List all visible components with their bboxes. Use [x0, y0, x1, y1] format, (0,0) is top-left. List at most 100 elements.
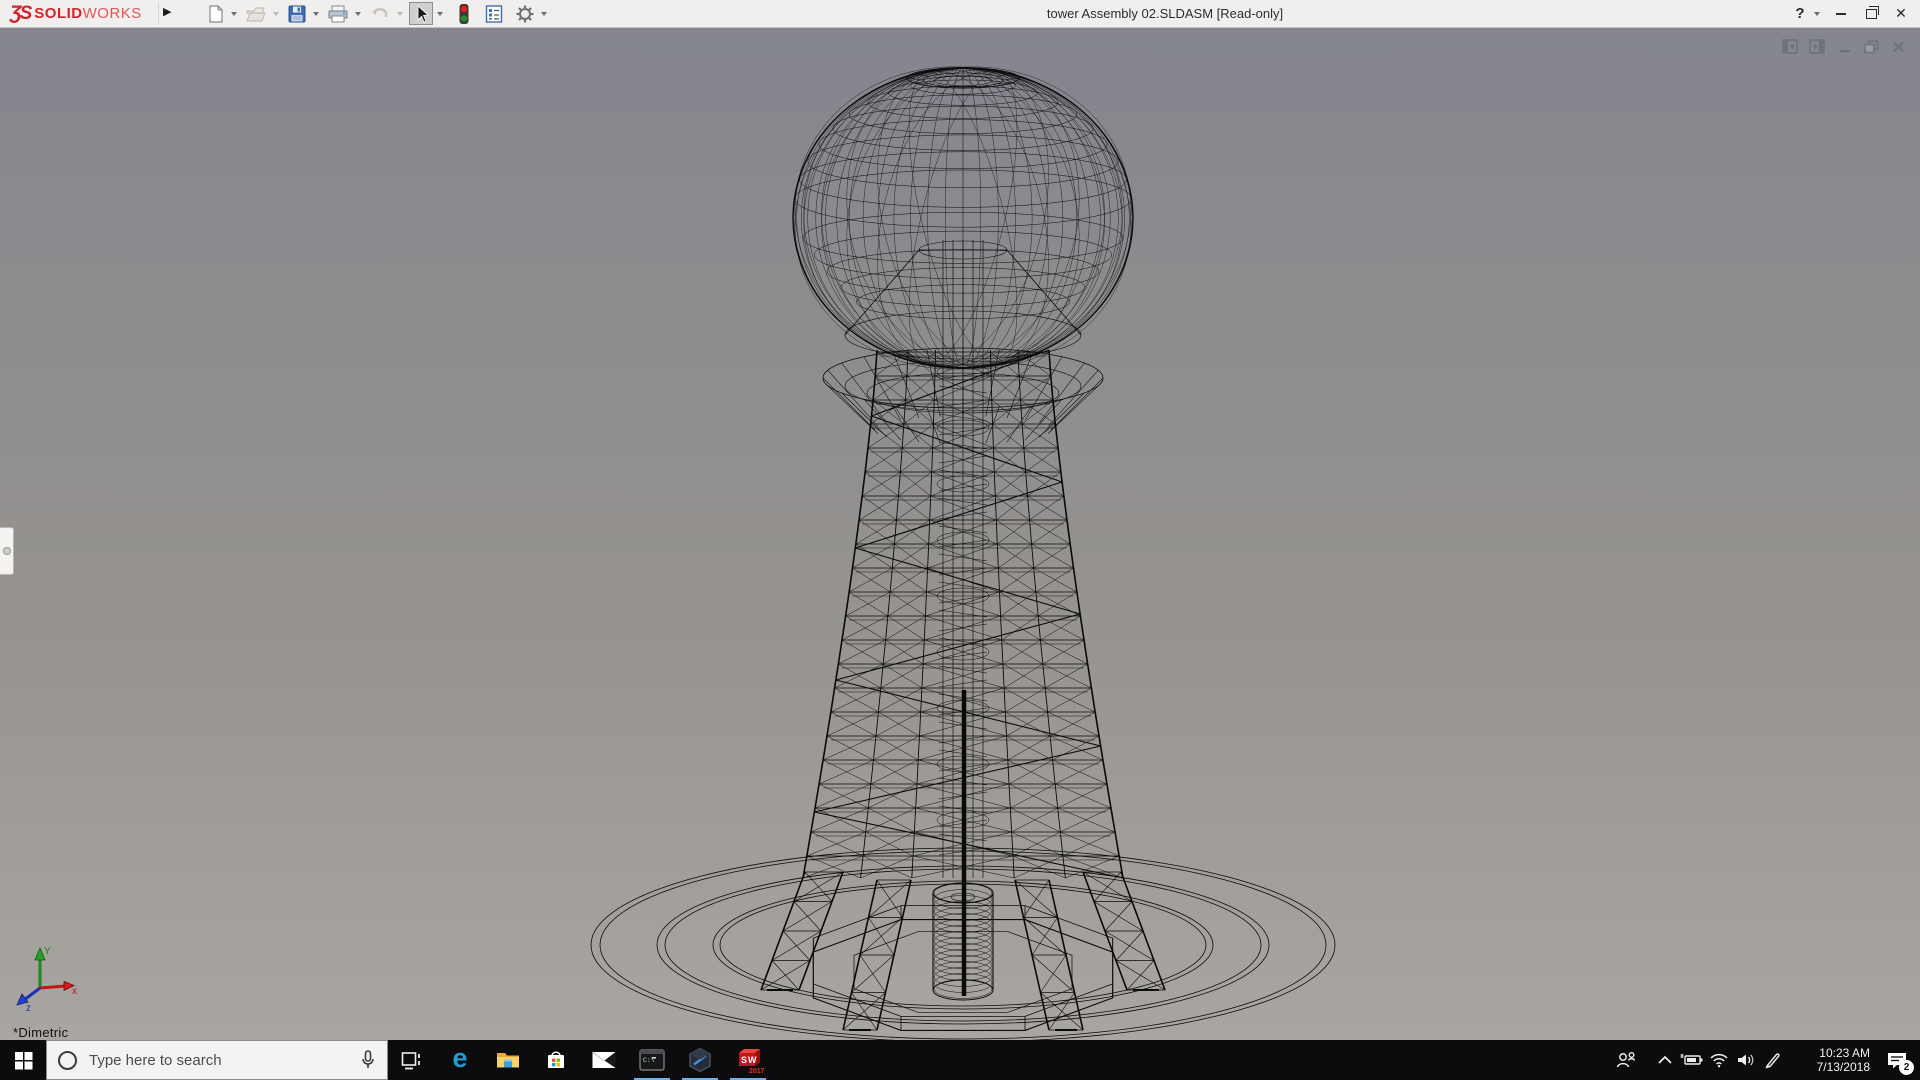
doc-close-icon — [1891, 39, 1906, 55]
select-tool-button[interactable] — [409, 2, 433, 25]
save-floppy-icon — [287, 4, 307, 24]
feature-pane-tab-dot — [3, 547, 11, 555]
tray-overflow-button[interactable] — [1651, 1040, 1678, 1080]
minimize-icon — [1836, 13, 1846, 15]
triad-z-label: z — [26, 1003, 31, 1012]
pen-icon — [1763, 1051, 1783, 1069]
restore-button[interactable] — [1856, 0, 1886, 27]
tower-assembly-wireframe[interactable] — [0, 28, 1920, 1040]
taskbar-app-hexagon[interactable] — [676, 1040, 724, 1080]
taskbar-app-solidworks[interactable]: S W 2017 — [724, 1040, 772, 1080]
menu-flyout-arrow[interactable]: ▶ — [163, 5, 171, 18]
taskbar-app-store[interactable] — [532, 1040, 580, 1080]
windows-ink-button[interactable] — [1759, 1040, 1786, 1080]
close-button[interactable]: ✕ — [1886, 0, 1916, 27]
collapse-pane-button[interactable] — [1777, 36, 1804, 58]
options-button[interactable] — [513, 2, 537, 26]
new-document-button[interactable] — [205, 2, 227, 26]
open-dropdown-caret[interactable] — [273, 12, 279, 16]
rebuild-traffic-light-icon — [457, 3, 471, 25]
window-title: tower Assembly 02.SLDASM [Read-only] — [1047, 6, 1283, 21]
print-icon — [327, 4, 349, 24]
wifi-icon — [1709, 1052, 1729, 1068]
doc-restore-button[interactable] — [1858, 36, 1885, 58]
print-dropdown-caret[interactable] — [355, 12, 361, 16]
help-dropdown-caret[interactable] — [1814, 12, 1820, 16]
chevron-up-icon — [1657, 1054, 1673, 1066]
undo-dropdown-caret[interactable] — [397, 12, 403, 16]
undo-button[interactable] — [367, 2, 393, 26]
volume-icon — [1736, 1052, 1756, 1068]
store-icon — [544, 1048, 568, 1072]
feature-pane-tab[interactable] — [0, 527, 14, 575]
doc-minimize-button[interactable] — [1831, 36, 1858, 58]
graphics-viewport: Y x z *Dimetric — [0, 28, 1920, 1040]
new-dropdown-caret[interactable] — [231, 12, 237, 16]
taskbar-app-file-explorer[interactable] — [484, 1040, 532, 1080]
taskbar-app-edge[interactable]: e — [436, 1040, 484, 1080]
open-document-button[interactable] — [243, 2, 269, 26]
windows-logo-icon — [14, 1051, 33, 1070]
expand-pane-icon — [1809, 39, 1826, 55]
taskbar-clock[interactable]: 10:23 AM 7/13/2018 — [1786, 1046, 1874, 1074]
start-button[interactable] — [0, 1040, 46, 1080]
select-dropdown-caret[interactable] — [437, 12, 443, 16]
doc-minimize-icon — [1838, 39, 1852, 55]
doc-close-button[interactable] — [1885, 36, 1912, 58]
battery-button[interactable] — [1678, 1040, 1705, 1080]
open-folder-icon — [245, 4, 267, 24]
volume-button[interactable] — [1732, 1040, 1759, 1080]
solidworks-logo: ƷS SOLIDWORKS — [10, 2, 142, 25]
taskbar-app-mail[interactable] — [580, 1040, 628, 1080]
orientation-triad: Y x z — [8, 942, 80, 1012]
titlebar: ƷS SOLIDWORKS ▶ — [0, 0, 1920, 28]
edge-icon: e — [452, 1045, 467, 1072]
clock-time: 10:23 AM — [1786, 1046, 1870, 1060]
save-dropdown-caret[interactable] — [313, 12, 319, 16]
print-button[interactable] — [325, 2, 351, 26]
sw-letter-w: W — [748, 1055, 757, 1065]
notification-badge: 2 — [1899, 1060, 1914, 1075]
hexagon-app-icon — [687, 1047, 713, 1073]
window-controls: ? ✕ — [1789, 0, 1916, 27]
system-tray: 10:23 AM 7/13/2018 2 — [1612, 1040, 1920, 1080]
taskbar-app-command-prompt[interactable]: C:\ — [628, 1040, 676, 1080]
microphone-icon[interactable] — [359, 1049, 377, 1071]
task-view-icon — [401, 1050, 423, 1070]
network-button[interactable] — [1705, 1040, 1732, 1080]
search-placeholder: Type here to search — [89, 1052, 359, 1069]
select-cursor-icon — [412, 4, 430, 24]
triad-y-label: Y — [44, 946, 51, 957]
solidworks-logo-mark: ƷS — [10, 3, 30, 25]
doc-restore-icon — [1863, 39, 1880, 55]
file-properties-icon — [484, 4, 504, 24]
minimize-button[interactable] — [1826, 0, 1856, 27]
sw-letter-s: S — [741, 1055, 747, 1065]
solidworks-2017-icon: S W 2017 — [734, 1046, 762, 1074]
help-button[interactable]: ? — [1789, 0, 1811, 27]
restore-icon — [1866, 9, 1877, 19]
document-window-controls — [1777, 36, 1912, 58]
command-prompt-icon: C:\ — [639, 1049, 665, 1071]
file-properties-button[interactable] — [482, 2, 506, 26]
triad-x-label: x — [72, 986, 77, 997]
clock-date: 7/13/2018 — [1786, 1060, 1870, 1074]
task-view-button[interactable] — [388, 1040, 436, 1080]
expand-pane-button[interactable] — [1804, 36, 1831, 58]
battery-charging-icon — [1680, 1052, 1704, 1068]
people-button[interactable] — [1612, 1040, 1639, 1080]
save-button[interactable] — [285, 2, 309, 26]
new-document-icon — [207, 4, 225, 24]
cortana-icon — [58, 1051, 77, 1070]
rebuild-button[interactable] — [455, 2, 473, 26]
sw-year: 2017 — [749, 1068, 765, 1075]
people-icon — [1615, 1050, 1637, 1070]
mail-icon — [591, 1050, 617, 1070]
taskbar-search-input[interactable]: Type here to search — [46, 1040, 388, 1080]
file-explorer-icon — [495, 1049, 521, 1071]
options-dropdown-caret[interactable] — [541, 12, 547, 16]
quick-access-toolbar — [205, 0, 553, 27]
action-center-button[interactable]: 2 — [1874, 1040, 1920, 1080]
undo-icon — [369, 4, 391, 24]
toolbar-separator — [158, 2, 159, 25]
